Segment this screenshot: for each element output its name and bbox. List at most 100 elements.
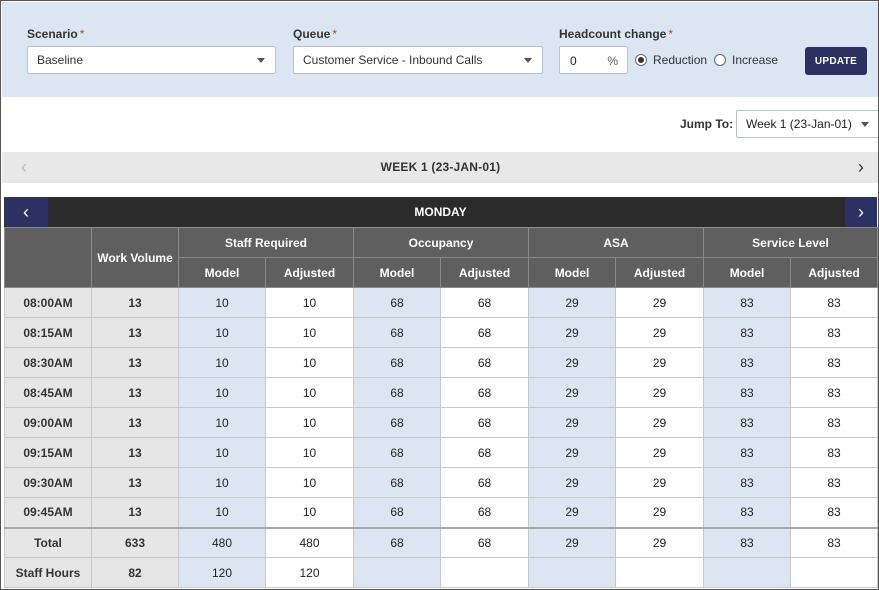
adjusted-value-cell[interactable]: 29 xyxy=(615,287,705,318)
model-value-cell: 68 xyxy=(353,497,442,528)
adjusted-value-cell[interactable]: 10 xyxy=(264,437,355,468)
model-value-cell: 120 xyxy=(178,557,266,588)
row-label-cell: 08:30AM xyxy=(4,347,92,378)
work-volume-cell: 13 xyxy=(91,347,179,378)
work-volume-cell: 13 xyxy=(91,467,179,498)
table-row: 09:00AM 13 10 10 68 68 29 29 83 83 xyxy=(4,407,878,438)
queue-value: Customer Service - Inbound Calls xyxy=(303,53,483,67)
adjusted-value-cell[interactable]: 83 xyxy=(790,467,878,498)
adjusted-value-cell[interactable]: 29 xyxy=(615,526,705,558)
work-volume-cell: 13 xyxy=(91,497,179,528)
adjusted-value-cell[interactable]: 29 xyxy=(615,437,705,468)
model-value-cell: 29 xyxy=(528,377,617,408)
update-button[interactable]: UPDATE xyxy=(805,47,867,75)
adjusted-header: Adjusted xyxy=(440,257,530,288)
work-volume-cell: 633 xyxy=(91,526,179,558)
chevron-down-icon xyxy=(524,58,532,63)
adjusted-value-cell[interactable]: 68 xyxy=(440,497,530,528)
scenario-select[interactable]: Baseline xyxy=(27,46,276,74)
model-value-cell: 10 xyxy=(178,497,266,528)
chevron-down-icon xyxy=(257,58,265,63)
model-value-cell: 68 xyxy=(353,467,442,498)
adjusted-value-cell[interactable]: 120 xyxy=(264,557,355,588)
adjusted-value-cell[interactable]: 83 xyxy=(790,347,878,378)
model-value-cell: 29 xyxy=(528,526,617,558)
week-title: WEEK 1 (23-JAN-01) xyxy=(380,160,501,174)
adjusted-value-cell[interactable] xyxy=(790,557,878,588)
table-body: 08:00AM 13 10 10 68 68 29 29 83 83 08:15AM 13 10 10 68… xyxy=(4,287,878,588)
work-volume-cell: 82 xyxy=(91,557,179,588)
table-row: 08:30AM 13 10 10 68 68 29 29 83 83 xyxy=(4,347,878,378)
adjusted-value-cell[interactable]: 10 xyxy=(264,377,355,408)
adjusted-value-cell[interactable]: 83 xyxy=(790,497,878,528)
adjusted-value-cell[interactable]: 83 xyxy=(790,526,878,558)
row-label-cell: 09:45AM xyxy=(4,497,92,528)
model-value-cell: 29 xyxy=(528,287,617,318)
adjusted-value-cell[interactable]: 10 xyxy=(264,467,355,498)
adjusted-value-cell[interactable]: 68 xyxy=(440,347,530,378)
model-value-cell xyxy=(703,557,792,588)
adjusted-value-cell[interactable]: 29 xyxy=(615,377,705,408)
headcount-change-input[interactable]: 0 % xyxy=(559,46,628,74)
model-value-cell xyxy=(353,557,442,588)
day-navigator: ‹ MONDAY › xyxy=(4,197,877,227)
queue-select[interactable]: Customer Service - Inbound Calls xyxy=(293,46,543,74)
adjusted-value-cell[interactable]: 10 xyxy=(264,407,355,438)
work-volume-cell: 13 xyxy=(91,317,179,348)
work-volume-cell: 13 xyxy=(91,437,179,468)
adjusted-value-cell[interactable]: 68 xyxy=(440,437,530,468)
adjusted-value-cell[interactable]: 68 xyxy=(440,377,530,408)
model-value-cell: 10 xyxy=(178,317,266,348)
adjusted-value-cell[interactable]: 83 xyxy=(790,287,878,318)
adjusted-value-cell[interactable]: 10 xyxy=(264,287,355,318)
adjusted-value-cell[interactable]: 68 xyxy=(440,526,530,558)
jump-to-label: Jump To: xyxy=(680,117,734,131)
model-value-cell: 10 xyxy=(178,467,266,498)
model-value-cell: 83 xyxy=(703,497,792,528)
model-value-cell: 10 xyxy=(178,287,266,318)
jump-to-select[interactable]: Week 1 (23-Jan-01) xyxy=(736,110,878,138)
model-value-cell: 83 xyxy=(703,287,792,318)
next-week-icon[interactable]: › xyxy=(847,152,875,183)
adjusted-value-cell[interactable]: 480 xyxy=(264,526,355,558)
adjusted-value-cell[interactable]: 29 xyxy=(615,407,705,438)
adjusted-value-cell[interactable]: 29 xyxy=(615,467,705,498)
table-row: 08:15AM 13 10 10 68 68 29 29 83 83 xyxy=(4,317,878,348)
increase-radio[interactable]: Increase xyxy=(714,53,778,67)
model-value-cell: 83 xyxy=(703,526,792,558)
prev-day-button[interactable]: ‹ xyxy=(4,197,48,227)
reduction-radio[interactable]: Reduction xyxy=(635,53,707,67)
adjusted-value-cell[interactable] xyxy=(440,557,530,588)
adjusted-value-cell[interactable]: 68 xyxy=(440,287,530,318)
adjusted-value-cell[interactable]: 68 xyxy=(440,317,530,348)
row-label-cell: 08:45AM xyxy=(4,377,92,408)
adjusted-header: Adjusted xyxy=(790,257,878,288)
service-level-header: Service Level xyxy=(703,227,878,258)
adjusted-value-cell[interactable] xyxy=(615,557,705,588)
adjusted-value-cell[interactable]: 83 xyxy=(790,317,878,348)
adjusted-value-cell[interactable]: 68 xyxy=(440,467,530,498)
adjusted-value-cell[interactable]: 68 xyxy=(440,407,530,438)
increase-label: Increase xyxy=(732,53,779,67)
prev-week-icon[interactable]: ‹ xyxy=(10,152,38,183)
adjusted-value-cell[interactable]: 83 xyxy=(790,377,878,408)
adjusted-value-cell[interactable]: 29 xyxy=(615,347,705,378)
adjusted-value-cell[interactable]: 83 xyxy=(790,437,878,468)
row-label-cell: 08:15AM xyxy=(4,317,92,348)
headcount-label: Headcount change * xyxy=(559,27,674,41)
table-row: 09:30AM 13 10 10 68 68 29 29 83 83 xyxy=(4,467,878,498)
adjusted-value-cell[interactable]: 10 xyxy=(264,347,355,378)
row-label-cell: 08:00AM xyxy=(4,287,92,318)
adjusted-value-cell[interactable]: 29 xyxy=(615,317,705,348)
adjusted-value-cell[interactable]: 10 xyxy=(264,497,355,528)
filter-panel: Scenario * Baseline Queue * Customer Servi… xyxy=(2,2,878,97)
adjusted-value-cell[interactable]: 29 xyxy=(615,497,705,528)
app-frame: Scenario * Baseline Queue * Customer Servi… xyxy=(0,0,879,590)
next-day-button[interactable]: › xyxy=(845,197,877,227)
row-label-cell: 09:00AM xyxy=(4,407,92,438)
adjusted-value-cell[interactable]: 83 xyxy=(790,407,878,438)
staffing-table: Work Volume Staff Required Occupancy ASA… xyxy=(4,227,878,588)
table-row: Staff Hours 82 120 120 xyxy=(4,557,878,588)
adjusted-value-cell[interactable]: 10 xyxy=(264,317,355,348)
percent-unit: % xyxy=(607,54,618,68)
